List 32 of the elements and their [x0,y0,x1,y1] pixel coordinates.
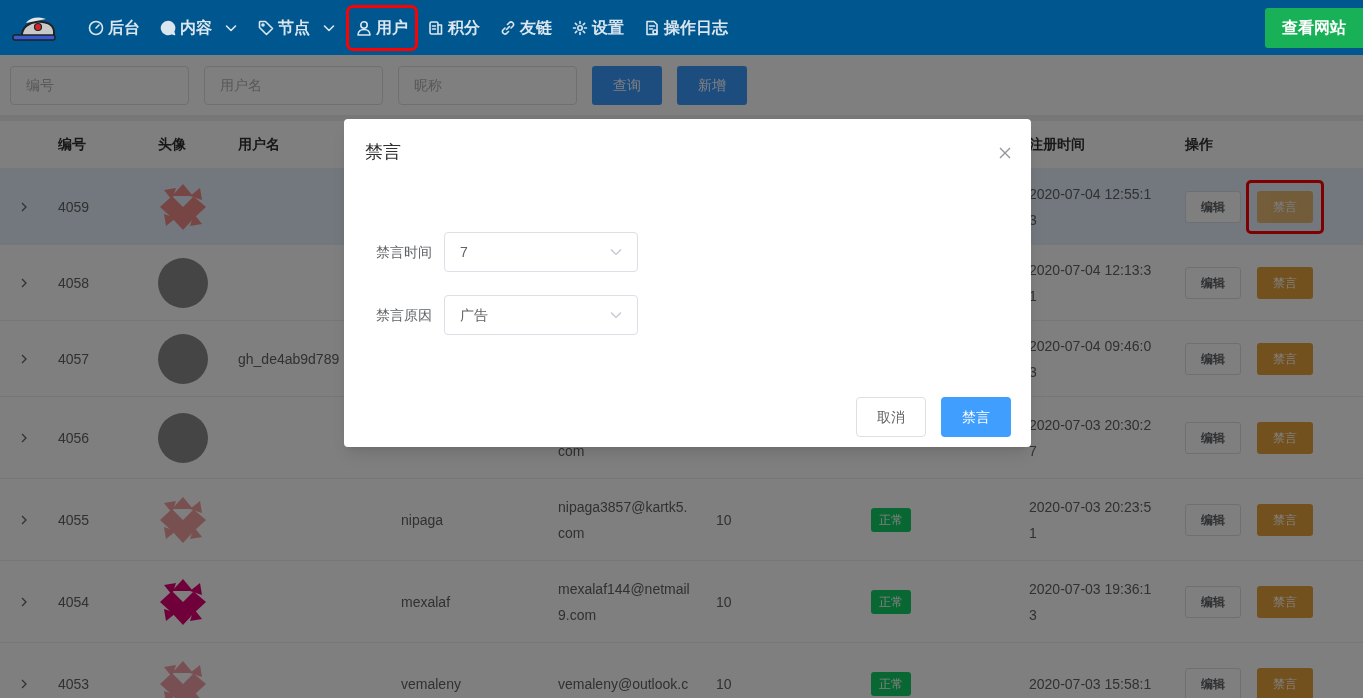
email-cell-text: vemaleny@outlook.c [558,674,690,694]
id-cell-text: 4053 [58,674,91,694]
dialog-title: 禁言 [365,141,401,164]
nickname-cell-text: vemaleny [401,674,462,694]
email-cell-text: com [558,441,586,461]
column-header: 用户名 [238,136,280,152]
status-tag: 正常 [871,589,911,614]
field-label: 禁言原因 [376,305,433,325]
status-tag: 正常 [871,507,911,532]
points-cell-text: 10 [716,510,733,530]
email-cell-text: nipaga3857@kartk5.com [558,497,689,543]
id-cell-text: 4055 [58,510,91,530]
id-cell-text: 4058 [58,273,91,293]
field-label: 禁言时间 [376,242,433,262]
column-header: 操作 [1185,136,1213,152]
date-cell-text: 2020-07-03 15:58:1 [1029,674,1153,694]
points-cell-text: 10 [716,674,733,694]
date-cell-text: 2020-07-03 20:23:51 [1029,497,1153,543]
id-cell-text: 4056 [58,428,91,448]
nickname-cell-text: mexalaf [401,592,452,612]
column-header: 编号 [58,136,86,152]
status-tag: 正常 [871,671,911,696]
nickname-cell-text: nipaga [401,510,445,530]
date-cell-text: 2020-07-03 20:30:27 [1029,415,1153,461]
id-cell-text: 4059 [58,197,91,217]
id-cell-text: 4057 [58,349,91,369]
email-cell-text: mexalaf144@netmail9.com [558,579,691,625]
column-header: 头像 [158,136,186,152]
id-cell-text: 4054 [58,592,91,612]
username-cell-text: gh_de4ab9d789 [238,349,341,369]
date-cell-text: 2020-07-03 19:36:13 [1029,579,1153,625]
points-cell-text: 10 [716,592,733,612]
